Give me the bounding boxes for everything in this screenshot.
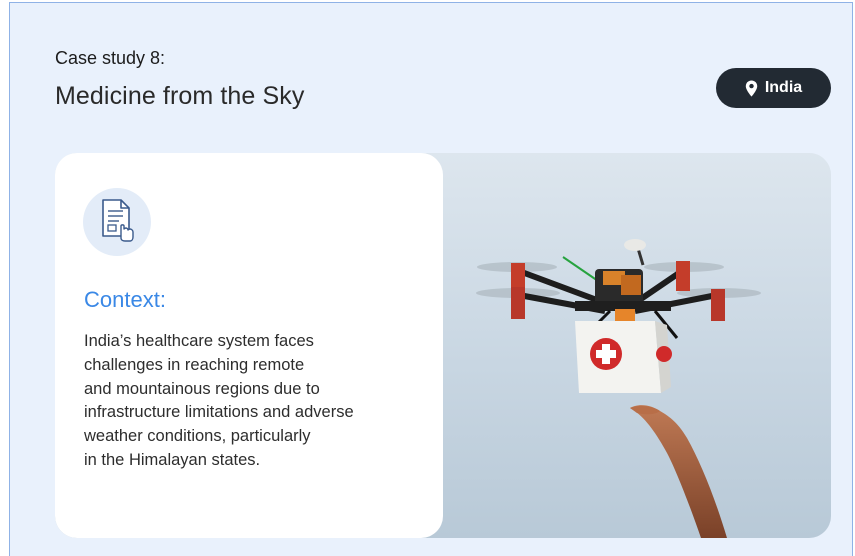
context-line: India’s healthcare system faces bbox=[84, 332, 314, 350]
context-icon-badge bbox=[83, 188, 151, 256]
case-study-label: Case study 8: bbox=[55, 48, 166, 68]
context-description: India’s healthcare system faces challeng… bbox=[84, 330, 404, 473]
context-line: in the Himalayan states. bbox=[84, 450, 261, 469]
location-badge[interactable]: India bbox=[716, 68, 831, 108]
context-heading: Context: bbox=[84, 287, 166, 312]
context-line: weather conditions, particularly bbox=[84, 427, 311, 446]
map-pin-icon bbox=[745, 80, 758, 97]
location-label: India bbox=[764, 79, 803, 96]
page-title: Medicine from the Sky bbox=[55, 82, 305, 110]
context-line: and mountainous regions due to bbox=[84, 379, 320, 398]
document-touch-icon bbox=[99, 198, 135, 247]
context-line: infrastructure limitations and adverse bbox=[84, 403, 354, 422]
context-line: challenges in reaching remote bbox=[84, 355, 305, 374]
